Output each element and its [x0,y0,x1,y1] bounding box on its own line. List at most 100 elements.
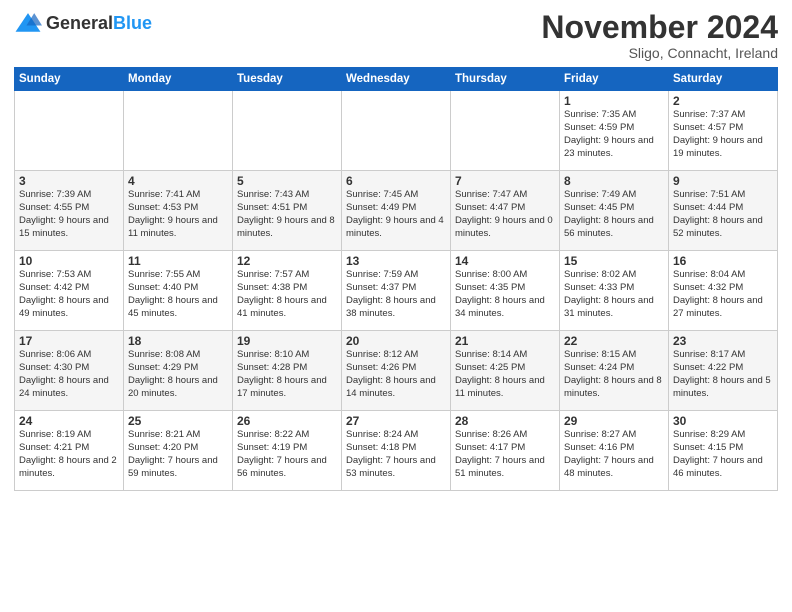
table-row: 28Sunrise: 8:26 AM Sunset: 4:17 PM Dayli… [451,411,560,491]
table-row [15,91,124,171]
day-info: Sunrise: 7:43 AM Sunset: 4:51 PM Dayligh… [237,189,337,240]
day-number: 21 [455,334,555,348]
day-number: 29 [564,414,664,428]
table-row: 16Sunrise: 8:04 AM Sunset: 4:32 PM Dayli… [669,251,778,331]
day-number: 2 [673,94,773,108]
col-wednesday: Wednesday [342,68,451,91]
day-number: 7 [455,174,555,188]
day-number: 6 [346,174,446,188]
day-number: 16 [673,254,773,268]
day-info: Sunrise: 8:21 AM Sunset: 4:20 PM Dayligh… [128,429,228,480]
page-header: GeneralBlue November 2024 Sligo, Connach… [14,10,778,61]
day-info: Sunrise: 8:29 AM Sunset: 4:15 PM Dayligh… [673,429,773,480]
table-row: 25Sunrise: 8:21 AM Sunset: 4:20 PM Dayli… [124,411,233,491]
day-info: Sunrise: 7:47 AM Sunset: 4:47 PM Dayligh… [455,189,555,240]
table-row [342,91,451,171]
day-info: Sunrise: 8:26 AM Sunset: 4:17 PM Dayligh… [455,429,555,480]
day-info: Sunrise: 8:19 AM Sunset: 4:21 PM Dayligh… [19,429,119,480]
day-info: Sunrise: 8:10 AM Sunset: 4:28 PM Dayligh… [237,349,337,400]
col-sunday: Sunday [15,68,124,91]
calendar-header-row: Sunday Monday Tuesday Wednesday Thursday… [15,68,778,91]
col-monday: Monday [124,68,233,91]
day-number: 10 [19,254,119,268]
day-number: 15 [564,254,664,268]
table-row: 22Sunrise: 8:15 AM Sunset: 4:24 PM Dayli… [560,331,669,411]
day-number: 14 [455,254,555,268]
table-row: 20Sunrise: 8:12 AM Sunset: 4:26 PM Dayli… [342,331,451,411]
table-row: 3Sunrise: 7:39 AM Sunset: 4:55 PM Daylig… [15,171,124,251]
day-info: Sunrise: 8:02 AM Sunset: 4:33 PM Dayligh… [564,269,664,320]
day-number: 17 [19,334,119,348]
day-number: 12 [237,254,337,268]
day-info: Sunrise: 8:12 AM Sunset: 4:26 PM Dayligh… [346,349,446,400]
day-number: 23 [673,334,773,348]
table-row: 24Sunrise: 8:19 AM Sunset: 4:21 PM Dayli… [15,411,124,491]
day-info: Sunrise: 8:08 AM Sunset: 4:29 PM Dayligh… [128,349,228,400]
day-info: Sunrise: 8:00 AM Sunset: 4:35 PM Dayligh… [455,269,555,320]
day-number: 13 [346,254,446,268]
day-info: Sunrise: 8:17 AM Sunset: 4:22 PM Dayligh… [673,349,773,400]
day-info: Sunrise: 7:41 AM Sunset: 4:53 PM Dayligh… [128,189,228,240]
table-row: 13Sunrise: 7:59 AM Sunset: 4:37 PM Dayli… [342,251,451,331]
col-tuesday: Tuesday [233,68,342,91]
day-number: 26 [237,414,337,428]
day-number: 8 [564,174,664,188]
table-row: 4Sunrise: 7:41 AM Sunset: 4:53 PM Daylig… [124,171,233,251]
table-row: 29Sunrise: 8:27 AM Sunset: 4:16 PM Dayli… [560,411,669,491]
day-info: Sunrise: 8:04 AM Sunset: 4:32 PM Dayligh… [673,269,773,320]
day-info: Sunrise: 8:06 AM Sunset: 4:30 PM Dayligh… [19,349,119,400]
day-number: 11 [128,254,228,268]
logo-icon [14,10,42,38]
location: Sligo, Connacht, Ireland [541,45,778,61]
col-friday: Friday [560,68,669,91]
day-number: 19 [237,334,337,348]
day-number: 22 [564,334,664,348]
table-row: 8Sunrise: 7:49 AM Sunset: 4:45 PM Daylig… [560,171,669,251]
day-number: 30 [673,414,773,428]
calendar-table: Sunday Monday Tuesday Wednesday Thursday… [14,67,778,491]
day-number: 27 [346,414,446,428]
day-number: 28 [455,414,555,428]
table-row: 23Sunrise: 8:17 AM Sunset: 4:22 PM Dayli… [669,331,778,411]
day-info: Sunrise: 7:57 AM Sunset: 4:38 PM Dayligh… [237,269,337,320]
table-row: 1Sunrise: 7:35 AM Sunset: 4:59 PM Daylig… [560,91,669,171]
table-row: 21Sunrise: 8:14 AM Sunset: 4:25 PM Dayli… [451,331,560,411]
day-number: 4 [128,174,228,188]
table-row [233,91,342,171]
col-saturday: Saturday [669,68,778,91]
day-info: Sunrise: 8:22 AM Sunset: 4:19 PM Dayligh… [237,429,337,480]
day-info: Sunrise: 7:51 AM Sunset: 4:44 PM Dayligh… [673,189,773,240]
table-row: 5Sunrise: 7:43 AM Sunset: 4:51 PM Daylig… [233,171,342,251]
table-row: 10Sunrise: 7:53 AM Sunset: 4:42 PM Dayli… [15,251,124,331]
day-number: 20 [346,334,446,348]
table-row: 30Sunrise: 8:29 AM Sunset: 4:15 PM Dayli… [669,411,778,491]
table-row: 12Sunrise: 7:57 AM Sunset: 4:38 PM Dayli… [233,251,342,331]
day-info: Sunrise: 7:45 AM Sunset: 4:49 PM Dayligh… [346,189,446,240]
title-area: November 2024 Sligo, Connacht, Ireland [541,10,778,61]
day-number: 5 [237,174,337,188]
day-info: Sunrise: 8:24 AM Sunset: 4:18 PM Dayligh… [346,429,446,480]
day-info: Sunrise: 7:59 AM Sunset: 4:37 PM Dayligh… [346,269,446,320]
day-info: Sunrise: 7:53 AM Sunset: 4:42 PM Dayligh… [19,269,119,320]
day-info: Sunrise: 7:39 AM Sunset: 4:55 PM Dayligh… [19,189,119,240]
col-thursday: Thursday [451,68,560,91]
table-row: 19Sunrise: 8:10 AM Sunset: 4:28 PM Dayli… [233,331,342,411]
day-number: 3 [19,174,119,188]
table-row: 17Sunrise: 8:06 AM Sunset: 4:30 PM Dayli… [15,331,124,411]
logo: GeneralBlue [14,10,152,38]
day-number: 24 [19,414,119,428]
table-row: 14Sunrise: 8:00 AM Sunset: 4:35 PM Dayli… [451,251,560,331]
table-row: 15Sunrise: 8:02 AM Sunset: 4:33 PM Dayli… [560,251,669,331]
day-info: Sunrise: 8:27 AM Sunset: 4:16 PM Dayligh… [564,429,664,480]
table-row: 18Sunrise: 8:08 AM Sunset: 4:29 PM Dayli… [124,331,233,411]
day-info: Sunrise: 7:37 AM Sunset: 4:57 PM Dayligh… [673,109,773,160]
day-info: Sunrise: 8:14 AM Sunset: 4:25 PM Dayligh… [455,349,555,400]
table-row: 7Sunrise: 7:47 AM Sunset: 4:47 PM Daylig… [451,171,560,251]
table-row: 2Sunrise: 7:37 AM Sunset: 4:57 PM Daylig… [669,91,778,171]
table-row: 26Sunrise: 8:22 AM Sunset: 4:19 PM Dayli… [233,411,342,491]
day-info: Sunrise: 7:49 AM Sunset: 4:45 PM Dayligh… [564,189,664,240]
day-number: 18 [128,334,228,348]
day-info: Sunrise: 8:15 AM Sunset: 4:24 PM Dayligh… [564,349,664,400]
logo-general: GeneralBlue [46,14,152,34]
table-row [451,91,560,171]
